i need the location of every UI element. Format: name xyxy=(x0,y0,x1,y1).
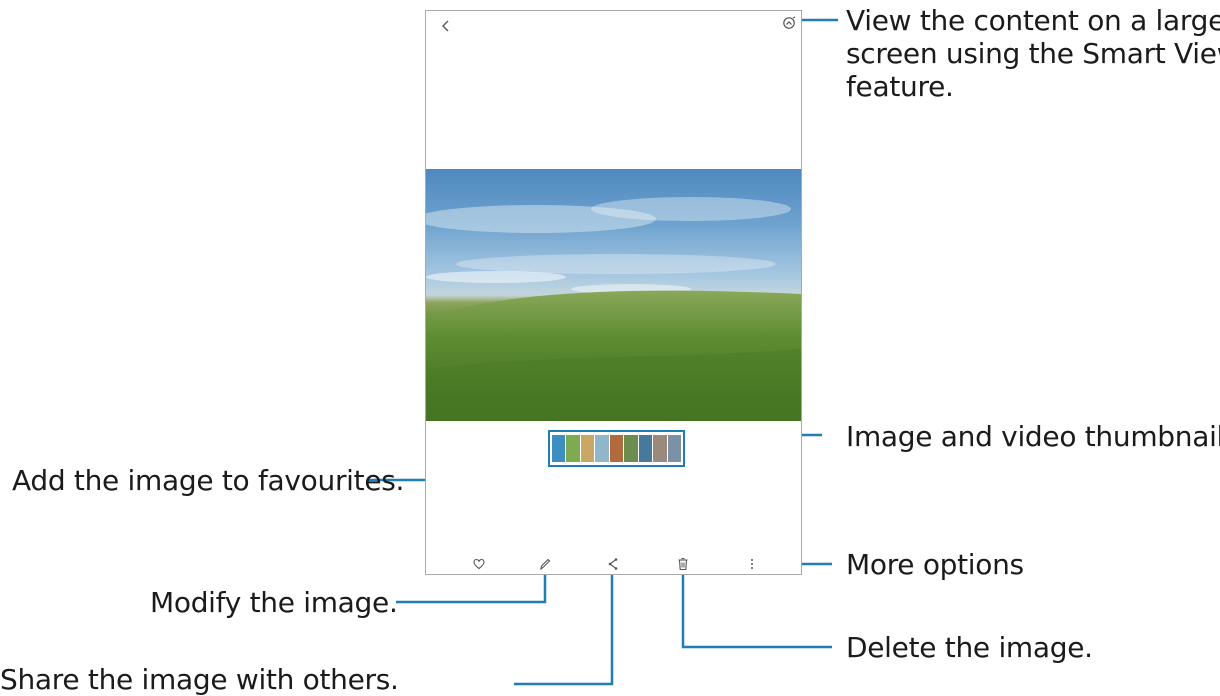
thumbnail-4[interactable] xyxy=(595,435,609,462)
thumbnail-2[interactable] xyxy=(566,435,580,462)
smart-view-callout-line-3: feature. xyxy=(846,70,954,103)
share-icon[interactable] xyxy=(607,557,619,571)
thumbnail-5[interactable] xyxy=(609,435,624,462)
thumbnail-callout: Image and video thumbnail xyxy=(846,420,1220,453)
grass-field-photo xyxy=(426,197,801,421)
thumbnail-6[interactable] xyxy=(624,435,638,462)
favourites-callout: Add the image to favourites. xyxy=(12,464,405,497)
modify-leader xyxy=(396,573,547,604)
thumbnail-1[interactable] xyxy=(552,435,566,462)
share-leader xyxy=(514,572,614,686)
thumbnail-strip[interactable] xyxy=(548,430,685,467)
delete-leader xyxy=(681,573,832,649)
more-options-callout: More options xyxy=(846,548,1024,581)
heart-icon[interactable] xyxy=(473,558,485,570)
smart-view-callout-line-2: screen using the Smart View xyxy=(846,37,1220,70)
share-callout: Share the image with others. xyxy=(0,663,399,696)
gallery-viewer-screen xyxy=(425,10,802,575)
smart-view-icon[interactable] xyxy=(781,15,797,31)
thumbnail-9[interactable] xyxy=(667,435,681,462)
main-photo[interactable] xyxy=(426,169,801,421)
modify-callout: Modify the image. xyxy=(150,586,398,619)
more-options-icon[interactable] xyxy=(749,557,755,571)
thumbnail-8[interactable] xyxy=(653,435,667,462)
back-arrow-icon[interactable] xyxy=(439,18,453,34)
thumbnail-7[interactable] xyxy=(638,435,653,462)
smart-view-callout-line-1: View the content on a large xyxy=(846,4,1220,37)
trash-icon[interactable] xyxy=(677,557,689,571)
delete-callout: Delete the image. xyxy=(846,631,1093,664)
thumbnail-3[interactable] xyxy=(580,435,595,462)
smart-view-callout: View the content on a large screen using… xyxy=(846,4,1220,103)
pencil-icon[interactable] xyxy=(539,557,551,571)
